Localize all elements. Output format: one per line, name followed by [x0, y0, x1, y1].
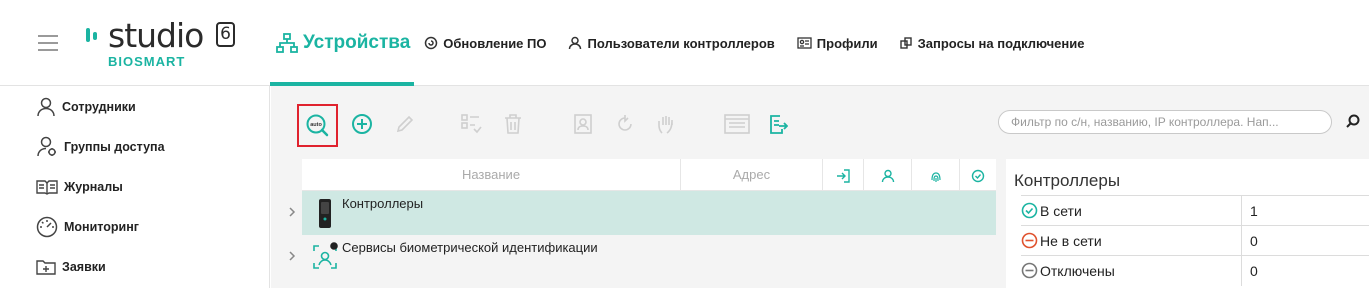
auto-search-icon: auto [306, 114, 329, 137]
summary-label: Отключены [1040, 262, 1115, 279]
sidebar: Сотрудники Группы доступа Журналы Монито… [0, 86, 270, 288]
app-logo: studio 6 BIOSMART [86, 16, 251, 70]
sidebar-item-label: Группы доступа [64, 140, 165, 154]
auto-label: auto [310, 122, 322, 128]
column-entry[interactable] [822, 159, 863, 191]
tab-connection-requests-label: Запросы на подключение [917, 35, 1085, 51]
delete-button[interactable] [500, 111, 526, 137]
group-access-icon [37, 136, 56, 157]
summary-row-disabled: Отключены 0 [1021, 255, 1369, 286]
tab-controller-users[interactable]: Пользователи контроллеров [568, 0, 775, 86]
offline-minus-icon [1021, 232, 1038, 249]
user-icon [569, 36, 582, 50]
sidebar-item-access-groups[interactable]: Группы доступа [36, 135, 165, 159]
row-label: Сервисы биометрической идентификации [342, 240, 598, 255]
export-button[interactable] [765, 111, 791, 137]
controller-device-icon [310, 197, 340, 229]
open-door-button[interactable] [654, 111, 680, 137]
user-col-icon [881, 169, 894, 182]
tab-connection-requests[interactable]: Запросы на подключение [899, 0, 1085, 86]
console-window-icon [724, 114, 750, 134]
search-button[interactable] [1344, 112, 1364, 132]
sidebar-item-employees[interactable]: Сотрудники [36, 95, 136, 119]
column-status[interactable] [959, 159, 996, 191]
sidebar-item-label: Журналы [64, 180, 123, 194]
restart-button[interactable] [612, 111, 638, 137]
export-doc-icon [770, 115, 788, 134]
summary-value: 1 [1241, 196, 1258, 226]
sidebar-item-label: Мониторинг [64, 220, 139, 234]
journal-book-icon [36, 180, 58, 195]
tab-controller-users-label: Пользователи контроллеров [587, 35, 775, 51]
expand-chevron-icon[interactable] [287, 249, 297, 263]
menu-hamburger-icon[interactable] [38, 35, 58, 51]
summary-value: 0 [1241, 226, 1258, 256]
sidebar-item-label: Сотрудники [62, 100, 136, 114]
tab-devices-label: Устройства [303, 32, 411, 53]
logo-word: studio [108, 16, 204, 55]
config-list-icon [461, 114, 482, 134]
disabled-minus-icon [1021, 262, 1038, 279]
connect-request-icon [899, 36, 912, 49]
person-icon [37, 97, 55, 117]
sidebar-item-label: Заявки [62, 260, 106, 274]
column-users[interactable] [863, 159, 911, 191]
search-icon [1346, 114, 1360, 128]
devices-table: Название Адрес Контроллеры Сервисы биоме… [289, 159, 996, 279]
fingerprint-icon [930, 171, 941, 182]
summary-row-offline: Не в сети 0 [1021, 225, 1369, 256]
summary-row-online: В сети 1 [1021, 195, 1369, 226]
filter-input[interactable]: Фильтр по с/н, названию, IP контроллера.… [998, 110, 1332, 134]
profile-card-icon [797, 37, 812, 49]
tab-profiles[interactable]: Профили [797, 0, 878, 86]
trash-icon [505, 114, 521, 134]
table-header: Название Адрес [302, 159, 996, 191]
expand-chevron-icon[interactable] [287, 205, 297, 219]
restart-icon [618, 115, 632, 131]
summary-label: Не в сети [1040, 232, 1102, 249]
add-button[interactable] [349, 111, 375, 137]
gauge-icon [36, 216, 58, 238]
main-content: auto Фильтр по с/н, названию, IP контрол… [271, 86, 1369, 288]
add-circle-icon [352, 114, 372, 134]
update-icon [425, 36, 438, 50]
column-fingerprint[interactable] [911, 159, 959, 191]
summary-label: В сети [1040, 202, 1082, 219]
logo-subtitle: BIOSMART [108, 54, 186, 69]
main-nav: Устройства Обновление ПО Пользователи ко… [270, 0, 1106, 86]
summary-title: Контроллеры [1014, 171, 1121, 190]
top-header: studio 6 BIOSMART Устройства Обновление … [0, 0, 1369, 86]
status-check-icon [971, 169, 985, 182]
folder-plus-icon [36, 260, 56, 275]
table-row-biometric-services[interactable]: Сервисы биометрической идентификации [289, 235, 996, 279]
table-row-controllers[interactable]: Контроллеры [289, 191, 996, 235]
biometric-scan-button[interactable] [570, 111, 596, 137]
sidebar-item-monitoring[interactable]: Мониторинг [36, 215, 139, 239]
column-address[interactable]: Адрес [680, 159, 822, 191]
devices-icon [276, 33, 298, 53]
face-scan-icon [574, 114, 592, 134]
tab-firmware-update[interactable]: Обновление ПО [424, 0, 546, 86]
hand-icon [658, 116, 673, 134]
console-button[interactable] [723, 111, 751, 137]
edit-button[interactable] [392, 111, 418, 137]
config-button[interactable] [458, 111, 484, 137]
tab-devices[interactable]: Устройства [270, 0, 415, 86]
online-check-icon [1021, 202, 1038, 219]
auto-search-button[interactable]: auto [297, 104, 338, 147]
sidebar-item-journals[interactable]: Журналы [36, 175, 123, 199]
column-name[interactable]: Название [302, 159, 680, 191]
tab-profiles-label: Профили [816, 35, 878, 51]
logo-version: 6 [216, 22, 235, 47]
logo-mark-icon [86, 26, 104, 44]
summary-value: 0 [1241, 256, 1258, 286]
entry-icon [837, 168, 850, 183]
biometric-service-icon [310, 241, 340, 273]
controllers-summary-panel: Контроллеры В сети 1 Не в сети 0 Отключе… [1006, 159, 1369, 288]
sidebar-item-requests[interactable]: Заявки [36, 255, 106, 279]
row-label: Контроллеры [342, 196, 424, 211]
tab-firmware-update-label: Обновление ПО [443, 35, 547, 51]
pencil-icon [396, 115, 414, 133]
